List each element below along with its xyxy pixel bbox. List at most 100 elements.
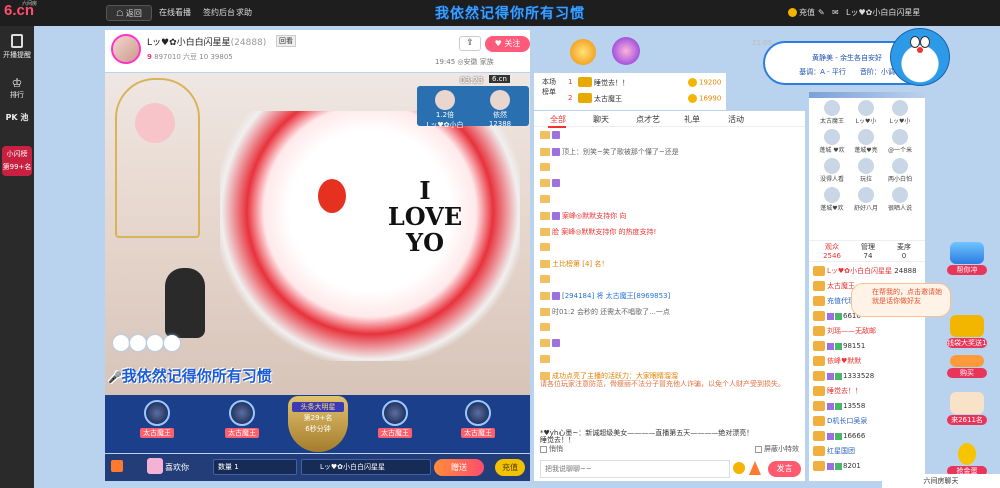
member-avatar-item[interactable]: Lッ♥小 <box>883 100 917 129</box>
user-row[interactable]: 睡觉去！！ <box>813 386 923 401</box>
chat-message[interactable] <box>540 339 800 355</box>
chat-message[interactable] <box>540 131 800 147</box>
user-row[interactable]: 13558 <box>813 401 923 416</box>
tab-gifts[interactable]: 礼单 <box>684 114 700 125</box>
rank-row[interactable]: 2 太古魔王 16990 <box>568 92 724 107</box>
shop-widget[interactable]: 购买 <box>947 355 987 378</box>
user-row[interactable]: D机长口吴泉 <box>813 416 923 431</box>
chat-message[interactable] <box>540 275 800 291</box>
hide-effects-checkbox[interactable]: 屏蔽小特效 <box>755 444 799 454</box>
member-avatar-item[interactable]: 玩拉 <box>849 158 883 187</box>
golden-egg-widget[interactable]: 抢金蛋 <box>947 443 987 476</box>
sidebar-item-pk[interactable]: PK 池 <box>0 112 34 123</box>
home-button[interactable]: ☖ 返回 <box>106 5 152 21</box>
site-logo[interactable]: 6.cn 六间房 <box>4 1 40 24</box>
mini-user-2[interactable]: 依然 12388 <box>475 90 525 128</box>
gift-icon[interactable] <box>111 460 123 472</box>
user-row[interactable]: 依峰♥默默 <box>813 356 923 371</box>
like-gift-icon[interactable] <box>147 458 163 474</box>
charge-button[interactable]: 充值 <box>495 459 525 476</box>
sidebar-item-rank[interactable]: ♔ 排行 <box>0 76 34 100</box>
coin-icon <box>788 8 797 17</box>
tab-chat[interactable]: 聊天 <box>593 114 609 125</box>
host-avatar[interactable] <box>111 34 141 64</box>
mini-user-1[interactable]: 1.2倍 Lッ♥✿小白 <box>420 90 470 129</box>
tab-activity[interactable]: 活动 <box>728 114 744 125</box>
member-avatar-item[interactable]: 太古魔王 <box>815 100 849 129</box>
sign-backend-link[interactable]: 签约后台 <box>203 5 235 21</box>
private-checkbox[interactable]: 悄悄 <box>540 444 563 454</box>
user-row[interactable]: Lッ♥✿小白白闪星星 24888 <box>813 266 923 281</box>
gift-target-select[interactable]: Lッ♥✿小白白闪星星 <box>301 459 431 475</box>
share-icon[interactable]: ⇪ <box>459 36 481 51</box>
rank-row[interactable]: 1 睡觉去！！ 19200 <box>568 76 724 91</box>
member-avatar-item[interactable]: 舒好八月 <box>849 187 883 216</box>
chat-input[interactable] <box>540 460 730 478</box>
selected-gift-label[interactable]: 喜欢你 <box>165 462 189 473</box>
chat-message[interactable]: [294184] 将 太古魔王[8969853] <box>540 291 800 307</box>
mail-icon[interactable]: ✉ <box>832 5 839 21</box>
invite-friend-tip[interactable]: 在帮我的，点击邀请她就是话你做好友 <box>851 283 951 317</box>
avatar <box>892 129 908 145</box>
fan-seat-1[interactable]: 太古魔王 <box>127 400 187 450</box>
send-message-button[interactable]: 发言 <box>768 461 801 477</box>
recharge-link[interactable]: 充值 <box>788 5 815 21</box>
chat-message[interactable]: 时01:2 会秒的 还需太不唱歌了...一点 <box>540 307 800 323</box>
live-video[interactable]: I LOVE YO 03:23 6.cn 1.2倍 Lッ♥✿小白 依然 12388 🎤我… <box>105 73 530 395</box>
lucky-cat-widget[interactable]: 来2611名 <box>947 392 987 425</box>
chat-message[interactable]: 顶上：别笑~笑了歌被那个懂了~还是 <box>540 147 800 163</box>
help-rush-widget[interactable]: 帮你冲 <box>947 242 987 275</box>
host-name: Lッ♥✿小白白闪星星(24888) <box>147 38 267 48</box>
help-link[interactable]: 求助 <box>236 5 252 21</box>
member-avatar-item[interactable]: Lッ♥小 <box>849 100 883 129</box>
chat-message[interactable] <box>540 355 800 371</box>
fan-seat-4[interactable]: 太古魔王 <box>365 400 425 450</box>
gold-badge-icon[interactable] <box>570 39 596 65</box>
member-avatar-item[interactable]: 两小白怕 <box>883 158 917 187</box>
member-avatar-item[interactable]: @一个米 <box>883 129 917 158</box>
tab-mic-queue[interactable]: 麦序 0 <box>889 243 919 261</box>
member-avatar-item[interactable]: 没得人看 <box>815 158 849 187</box>
sidebar-item-live-reminder[interactable]: 开播提醒 <box>0 34 34 60</box>
flash-rank-card[interactable]: 小闪榜 第99+名 <box>2 146 32 176</box>
user-row[interactable]: 红星国团 <box>813 446 923 461</box>
chat-message[interactable] <box>540 179 800 195</box>
fan-seat-2[interactable]: 太古魔王 <box>212 400 272 450</box>
send-gift-button[interactable]: 赠送 <box>434 459 484 476</box>
gift-quantity-select[interactable]: 数量 1 <box>213 459 297 475</box>
room-chat-tab[interactable]: 六间房聊天 <box>882 474 1000 488</box>
member-avatar-item[interactable]: 蓬城♥欢 <box>815 187 849 216</box>
chat-message[interactable] <box>540 243 800 259</box>
member-avatar-item[interactable]: 蓬城 ♥欢 <box>815 129 849 158</box>
chat-message[interactable]: 土比榜第 [4] 名！ <box>540 259 800 275</box>
current-user-name[interactable]: Lッ♥✿小白白闪星星 <box>846 5 926 21</box>
tab-talent[interactable]: 点才艺 <box>636 114 660 125</box>
level-badge-icon <box>540 243 550 251</box>
user-row[interactable]: 刘瑶——无敌邮 <box>813 326 923 341</box>
edit-icon[interactable]: ✎ <box>818 5 825 21</box>
user-row[interactable]: 16666 <box>813 431 923 446</box>
flying-message-icon[interactable] <box>749 461 761 475</box>
tab-all[interactable]: 全部 <box>548 114 566 128</box>
chat-message[interactable] <box>540 323 800 339</box>
chat-message[interactable] <box>540 195 800 211</box>
user-row[interactable]: 1333528 <box>813 371 923 386</box>
chat-message[interactable] <box>540 163 800 179</box>
emoji-icon[interactable] <box>733 462 745 474</box>
tab-audience[interactable]: 观众 2546 <box>817 243 847 261</box>
member-avatar-item[interactable]: 蓬城♥亮 <box>849 129 883 158</box>
headline-star-card[interactable]: 头条大明星 第29+名 6秒分钟 <box>288 396 348 452</box>
user-row[interactable]: 98151 <box>813 341 923 356</box>
tab-admins[interactable]: 管理 74 <box>853 243 883 261</box>
purple-badge-icon[interactable] <box>612 37 640 65</box>
member-avatar-item[interactable]: 很晒人说 <box>883 187 917 216</box>
replay-badge[interactable]: 回看 <box>276 35 296 47</box>
follow-button[interactable]: ♥ 关注 <box>485 36 530 52</box>
chat-message[interactable]: 脸 案峰◎默默支持你 的热度支持! <box>540 227 800 243</box>
fan-seat-5[interactable]: 太古魔王 <box>448 400 508 450</box>
live-watch-link[interactable]: 在线看播 <box>159 5 191 21</box>
level-badge-icon <box>540 163 550 171</box>
chat-message[interactable]: 案峰◎默默支持你 向 <box>540 211 800 227</box>
money-bag-widget[interactable]: 钱袋大奖送10万六豆 <box>947 315 987 348</box>
rank-badge-icon <box>813 461 825 471</box>
